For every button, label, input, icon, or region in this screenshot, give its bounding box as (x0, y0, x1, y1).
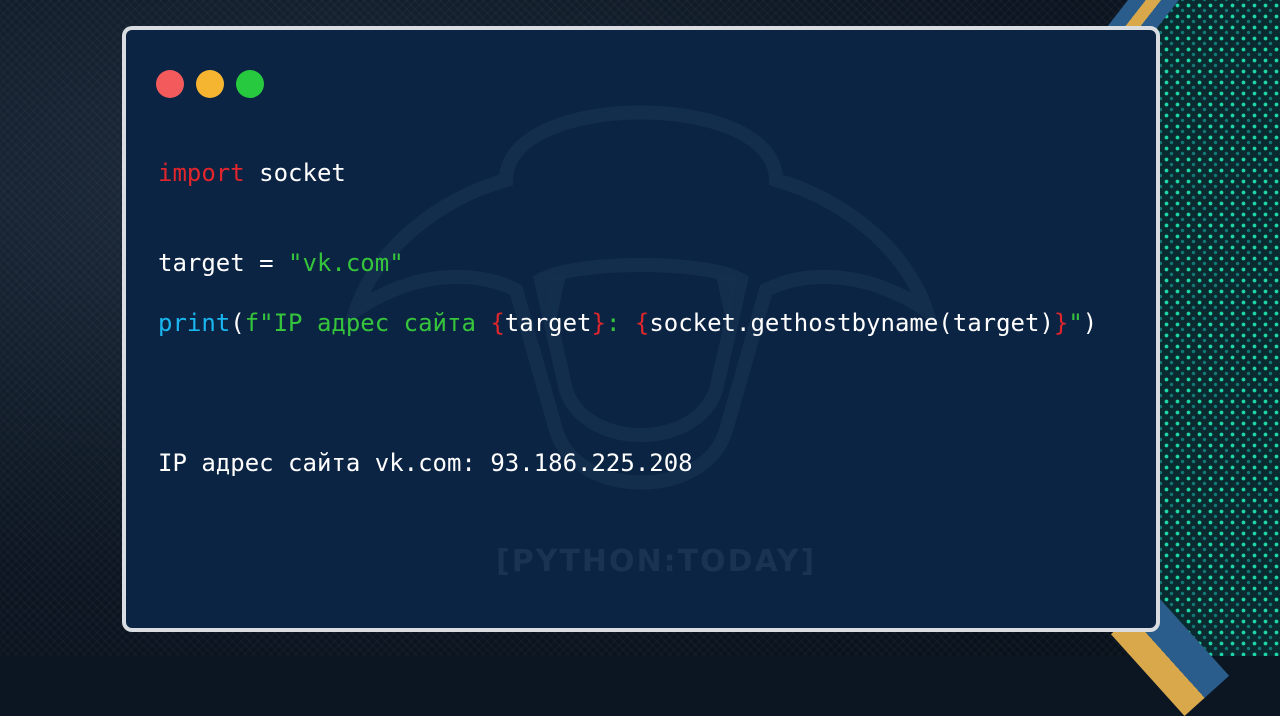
minimize-dot[interactable] (196, 70, 224, 98)
code-line-print: print(f"IP адрес сайта {target}: {socket… (158, 308, 1097, 338)
brace-close-2: } (1053, 309, 1069, 337)
window-controls (156, 70, 264, 98)
module-name: socket (244, 159, 346, 187)
program-output: IP адрес сайта vk.com: 93.186.225.208 (158, 449, 693, 477)
open-paren: ( (230, 309, 245, 337)
brace-open-2: { (634, 309, 650, 337)
expr-gethostbyname: socket.gethostbyname(target) (649, 309, 1054, 337)
close-dot[interactable] (156, 70, 184, 98)
fstring-start: f"IP адрес сайта (244, 309, 491, 337)
watermark-text: [PYTHON:TODAY] (496, 544, 817, 579)
code-window: [PYTHON:TODAY] import socket target = "v… (122, 26, 1160, 632)
code-line-target: target = "vk.com" (158, 248, 404, 278)
fstring-end: " (1068, 309, 1083, 337)
maximize-dot[interactable] (236, 70, 264, 98)
close-paren: ) (1082, 309, 1098, 337)
brace-open-1: { (490, 309, 505, 337)
fstring-separator: : (605, 309, 635, 337)
expr-target: target (504, 309, 592, 337)
background-dot-pattern (1150, 0, 1280, 656)
import-keyword: import (158, 159, 245, 187)
string-literal: "vk.com" (288, 249, 404, 277)
code-line-import: import socket (158, 158, 346, 188)
variable-assignment: target = (158, 249, 289, 277)
print-function: print (158, 309, 231, 337)
brace-close-1: } (591, 309, 606, 337)
